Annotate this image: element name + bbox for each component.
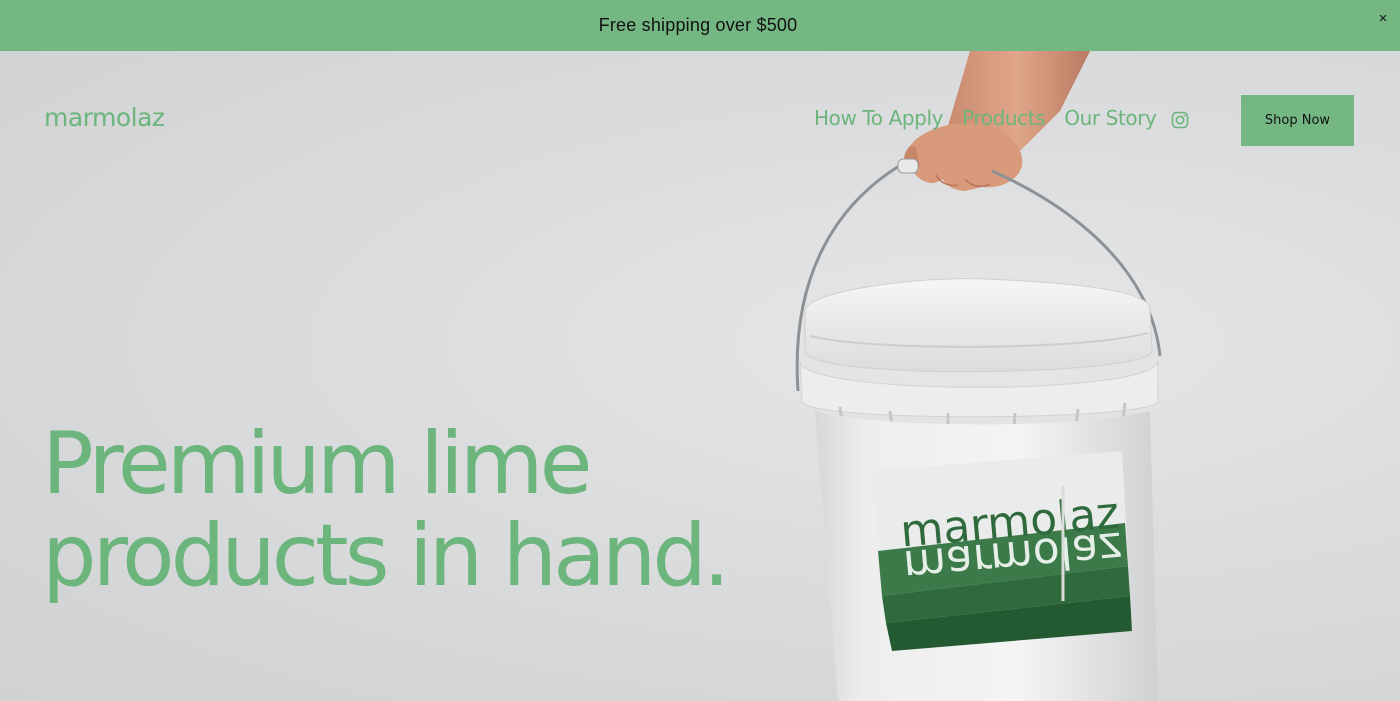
site-logo[interactable]: marmolaz [44,103,165,132]
instagram-icon[interactable] [1171,111,1189,129]
hero-headline-line-1: Premium lime [42,414,592,514]
close-icon[interactable]: × [1372,8,1394,30]
hero-headline: Premium lime products in hand. [42,414,730,606]
nav-link-products[interactable]: Products [962,106,1046,130]
nav-link-our-story[interactable]: Our Story [1064,106,1157,130]
announcement-text: Free shipping over $500 [598,15,798,35]
hero-bucket-image: marmolaz marmolaz [795,51,1162,701]
nav-link-how-to-apply[interactable]: How To Apply [814,106,943,130]
hero-headline-line-2: products in hand. [42,506,730,606]
announcement-bar: Free shipping over $500 × [0,0,1400,51]
page: Free shipping over $500 × marmolaz marmo… [0,0,1400,701]
shop-now-button[interactable]: Shop Now [1241,95,1354,146]
main-nav: How To Apply Products Our Story [814,106,1157,130]
